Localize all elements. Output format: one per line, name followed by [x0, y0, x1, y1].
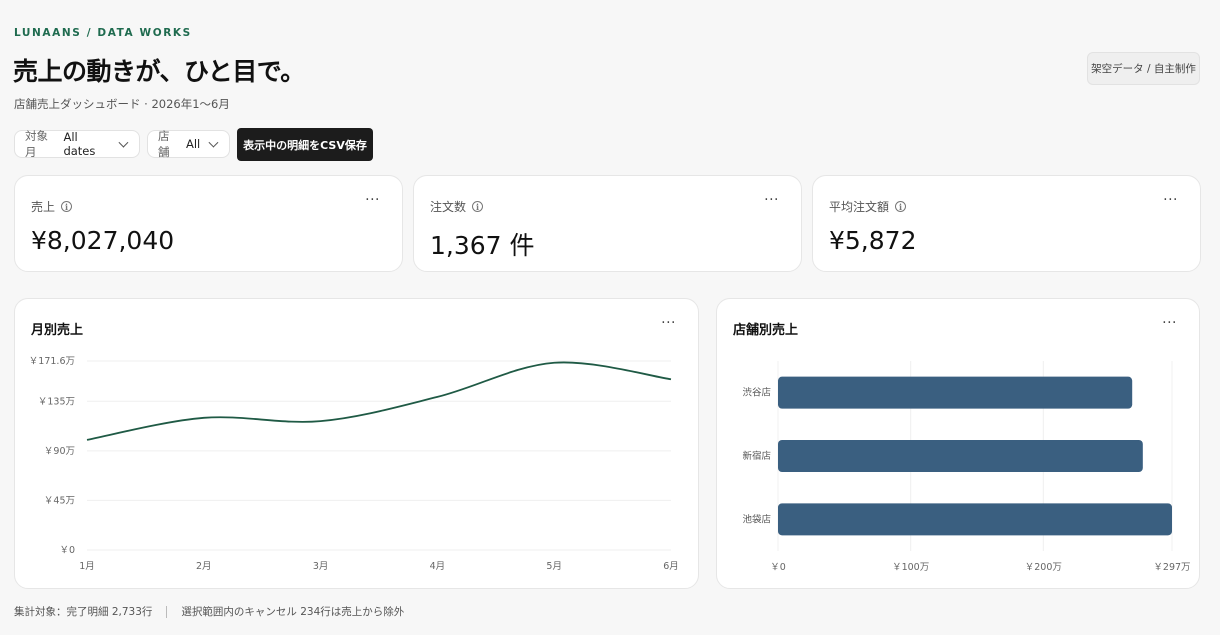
info-icon[interactable]: i: [61, 201, 73, 212]
footer-note: 集計対象：完了明細 2,733行 選択範囲内のキャンセル 234行は売上から除外: [14, 604, 404, 619]
y-tick-label: ￥171.6万: [29, 356, 75, 367]
x-tick-label: ￥200万: [1025, 562, 1062, 573]
bar: [778, 376, 1133, 409]
monthly-sales-card: 月別売上 ··· ￥0 ￥45万 ￥90万 ￥135万 ￥171.6万 1月 2月 3月 4月 5…: [14, 298, 699, 589]
more-options-icon[interactable]: ···: [764, 192, 779, 208]
info-icon[interactable]: i: [472, 201, 484, 212]
kpi-label: 注文数 i: [430, 198, 484, 215]
x-tick-label: 2月: [196, 561, 212, 572]
kpi-label-text: 平均注文額: [829, 200, 890, 214]
kpi-card-orders: 注文数 i ··· 1,367 件: [413, 175, 802, 272]
x-tick-label: 4月: [430, 561, 446, 572]
kpi-label: 平均注文額 i: [829, 198, 907, 215]
store-sales-card: 店舗別売上 ··· ￥0 ￥100万 ￥200万 ￥297万 渋谷店 新宿店 池袋店: [716, 298, 1200, 589]
y-tick-label: ￥45万: [44, 495, 75, 506]
kpi-label-text: 売上: [31, 200, 56, 214]
kpi-label-text: 注文数: [430, 200, 467, 214]
store-filter[interactable]: 店舗 All: [147, 129, 230, 159]
chevron-down-icon: [118, 137, 129, 147]
info-icon[interactable]: i: [895, 201, 907, 212]
divider: [166, 605, 168, 618]
more-options-icon[interactable]: ···: [365, 192, 380, 208]
page-title: 売上の動きが、ひと目で。: [13, 57, 305, 86]
x-tick-label: ￥100万: [892, 562, 929, 573]
x-tick-label: 1月: [79, 561, 95, 572]
x-tick-label: 3月: [313, 561, 329, 572]
category-label: 渋谷店: [742, 387, 771, 399]
store-filter-label: 店舗: [158, 129, 170, 159]
month-filter[interactable]: 対象月 All dates: [14, 129, 140, 159]
kpi-value: ¥8,027,040: [31, 226, 175, 255]
store-sales-chart: ￥0 ￥100万 ￥200万 ￥297万 渋谷店新宿店池袋店: [742, 361, 1191, 573]
chevron-down-icon: [208, 137, 219, 147]
bar: [778, 440, 1143, 472]
bar: [778, 503, 1172, 536]
footer-count: 集計対象：完了明細 2,733行: [14, 606, 153, 618]
x-tick-label: ￥297万: [1153, 562, 1190, 573]
category-label: 池袋店: [742, 513, 771, 525]
month-filter-label: 対象月: [25, 129, 48, 159]
export-csv-button[interactable]: 表示中の明細をCSV保存: [237, 128, 373, 161]
category-label: 新宿店: [742, 450, 771, 462]
store-filter-value: All: [186, 137, 201, 151]
page-subtitle: 店舗売上ダッシュボード · 2026年1〜6月: [14, 97, 230, 111]
y-tick-label: ￥135万: [38, 396, 75, 407]
kpi-card-average: 平均注文額 i ··· ¥5,872: [812, 175, 1201, 272]
monthly-sales-chart: ￥0 ￥45万 ￥90万 ￥135万 ￥171.6万 1月 2月 3月 4月 5月 6月: [29, 356, 679, 572]
kpi-label: 売上 i: [31, 198, 73, 215]
more-options-icon[interactable]: ···: [1163, 192, 1178, 208]
footer-cancel-note: 選択範囲内のキャンセル 234行は売上から除外: [181, 606, 405, 618]
brand-label: LUNAANS / DATA WORKS: [14, 27, 192, 39]
kpi-value: 1,367 件: [430, 231, 535, 260]
kpi-value: ¥5,872: [829, 226, 917, 255]
kpi-card-sales: 売上 i ··· ¥8,027,040: [14, 175, 403, 272]
x-tick-label: ￥0: [770, 562, 786, 573]
y-tick-label: ￥0: [59, 545, 75, 556]
x-tick-label: 5月: [546, 561, 562, 572]
month-filter-value: All dates: [63, 130, 96, 158]
fictional-data-badge: 架空データ / 自主制作: [1087, 52, 1200, 85]
y-tick-label: ￥90万: [44, 446, 75, 457]
x-tick-label: 6月: [663, 561, 679, 572]
